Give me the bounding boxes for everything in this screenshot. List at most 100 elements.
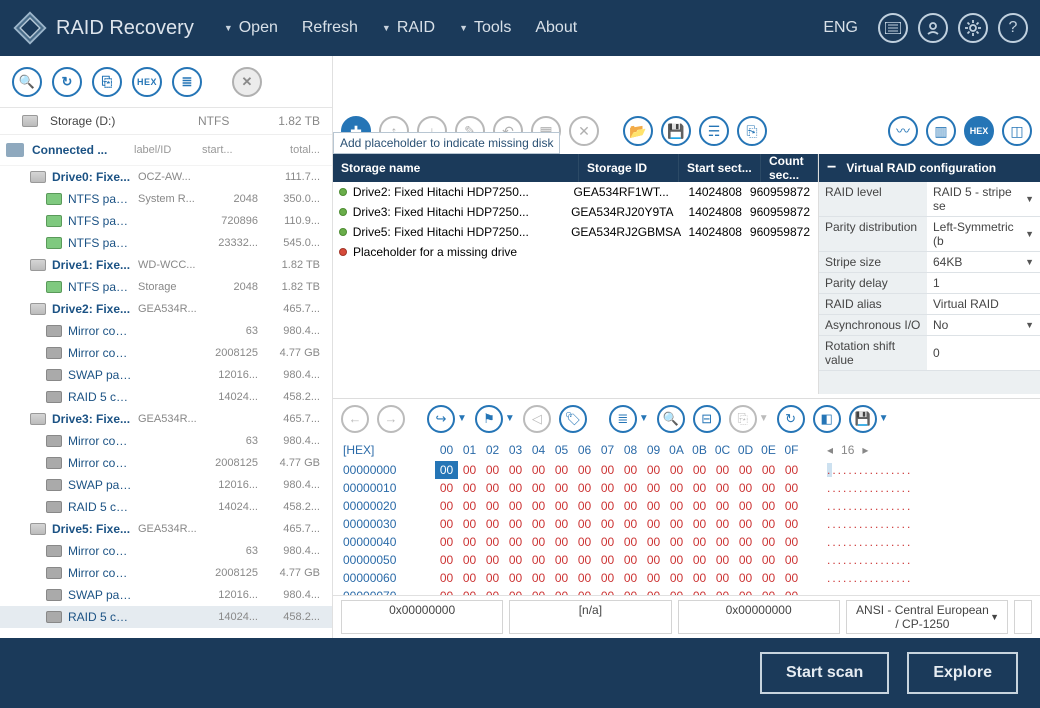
component-row[interactable]: Mirror comp...63980.4... — [0, 540, 332, 562]
status-dot — [339, 228, 347, 236]
drive-icon — [30, 413, 46, 425]
hex-prev-tag-button[interactable]: ◁ — [523, 405, 551, 433]
start-scan-button[interactable]: Start scan — [760, 652, 889, 694]
lang-selector[interactable]: ENG — [823, 19, 858, 37]
component-row[interactable]: SWAP parti...12016...980.4... — [0, 584, 332, 606]
drive-row[interactable]: Drive1: Fixe...WD-WCC...1.82 TB — [0, 254, 332, 276]
raid-drive-row[interactable]: Placeholder for a missing drive — [333, 242, 818, 262]
activity-icon[interactable]: 〰 — [888, 116, 918, 146]
panel-icon[interactable]: ◫ — [1002, 116, 1032, 146]
close-icon[interactable]: ✕ — [232, 67, 262, 97]
menu-open[interactable]: ▼Open — [224, 19, 278, 37]
component-icon — [46, 369, 62, 381]
component-row[interactable]: Mirror comp...20081254.77 GB — [0, 342, 332, 364]
list-icon[interactable]: ≣ — [172, 67, 202, 97]
hex-tag-button[interactable]: 🏷 — [559, 405, 587, 433]
hex-toggle-button[interactable]: HEX — [132, 67, 162, 97]
config-row[interactable]: Rotation shift value0 — [819, 336, 1040, 371]
drive-icon — [30, 523, 46, 535]
remove-button[interactable]: ✕ — [569, 116, 599, 146]
save-button[interactable]: 💾 — [661, 116, 691, 146]
refresh-icon[interactable]: ↻ — [52, 67, 82, 97]
hex-reload-button[interactable]: ↻ — [777, 405, 805, 433]
component-row[interactable]: Mirror comp...63980.4... — [0, 320, 332, 342]
raid-drive-row[interactable]: Drive2: Fixed Hitachi HDP7250...GEA534RF… — [333, 182, 818, 202]
hex-na: [n/a] — [509, 600, 671, 634]
keyboard-icon[interactable] — [878, 13, 908, 43]
hex-save-button[interactable]: ⊟ — [693, 405, 721, 433]
hex-search-button[interactable]: 🔍 — [657, 405, 685, 433]
menu-tools[interactable]: ▼Tools — [459, 19, 511, 37]
drive-row[interactable]: Drive2: Fixe...GEA534R...465.7... — [0, 298, 332, 320]
menu-raid[interactable]: ▼RAID — [382, 19, 435, 37]
config-row[interactable]: Asynchronous I/ONo▼ — [819, 315, 1040, 336]
component-row[interactable]: RAID 5 com...14024...458.2... — [0, 606, 332, 628]
menu-about[interactable]: About — [535, 19, 577, 37]
hex-encoding-dropdown[interactable]: ANSI - Central European / CP-1250▼ — [846, 600, 1008, 634]
menu-refresh[interactable]: Refresh — [302, 19, 358, 37]
footer: Start scan Explore — [0, 638, 1040, 708]
drive-row[interactable]: Drive0: Fixe...OCZ-AW...111.7... — [0, 166, 332, 188]
hex-bookmark-button[interactable]: ⚑ — [475, 405, 503, 433]
config-row[interactable]: Stripe size64KB▼ — [819, 252, 1040, 273]
partition-row[interactable]: NTFS partiti...Storage20481.82 TB — [0, 276, 332, 298]
app-logo: RAID Recovery — [12, 10, 194, 46]
partition-row[interactable]: NTFS partiti...720896110.9... — [0, 210, 332, 232]
tree-top-row: Storage (D:) NTFS 1.82 TB — [0, 108, 332, 135]
component-row[interactable]: SWAP parti...12016...980.4... — [0, 474, 332, 496]
hex-list-button[interactable]: ≣ — [609, 405, 637, 433]
component-icon — [46, 435, 62, 447]
hex-offset-2: 0x00000000 — [678, 600, 840, 634]
hex-back-button[interactable]: ← — [341, 405, 369, 433]
component-row[interactable]: Mirror comp...63980.4... — [0, 430, 332, 452]
chart-icon[interactable]: ▥ — [926, 116, 956, 146]
drive-icon — [30, 171, 46, 183]
hex-mode-button[interactable]: HEX — [964, 116, 994, 146]
config-row[interactable]: Parity delay1 — [819, 273, 1040, 294]
help-icon[interactable]: ? — [998, 13, 1028, 43]
config-row[interactable]: RAID levelRAID 5 - stripe se▼ — [819, 182, 1040, 217]
layers-button[interactable]: ☴ — [699, 116, 729, 146]
hex-pager[interactable]: ◂ 16 ▸ — [827, 443, 868, 457]
component-row[interactable]: RAID 5 com...14024...458.2... — [0, 496, 332, 518]
export-button[interactable]: ⎘ — [737, 116, 767, 146]
component-icon — [46, 567, 62, 579]
config-row[interactable]: Parity distributionLeft-Symmetric (b▼ — [819, 217, 1040, 252]
partition-row[interactable]: NTFS partiti...23332...545.0... — [0, 232, 332, 254]
search-icon[interactable]: 🔍 — [12, 67, 42, 97]
user-icon[interactable] — [918, 13, 948, 43]
main-menu: ▼Open Refresh ▼RAID ▼Tools About — [224, 19, 824, 37]
right-panel: ✚ ↑ ↓ ✎ ↶ ▦ ✕ 📂 💾 ☴ ⎘ 〰 ▥ HEX ◫ Add plac… — [333, 56, 1040, 638]
component-icon — [46, 325, 62, 337]
drive-row[interactable]: Drive3: Fixe...GEA534R...465.7... — [0, 408, 332, 430]
drive-row[interactable]: Drive5: Fixe...GEA534R...465.7... — [0, 518, 332, 540]
raid-drive-row[interactable]: Drive5: Fixed Hitachi HDP7250...GEA534RJ… — [333, 222, 818, 242]
hex-viewer: ← → ↪▼ ⚑▼ ◁ 🏷 ≣▼ 🔍 ⊟ ⎘▼ ↻ ◧ 💾▼ [HEX]0001… — [333, 398, 1040, 639]
main-header: RAID Recovery ▼Open Refresh ▼RAID ▼Tools… — [0, 0, 1040, 56]
raid-table-head: Add placeholder to indicate missing disk… — [333, 154, 818, 182]
tooltip: Add placeholder to indicate missing disk — [333, 132, 560, 154]
component-row[interactable]: Mirror comp...20081254.77 GB — [0, 562, 332, 584]
hex-view-button[interactable]: ◧ — [813, 405, 841, 433]
component-icon — [46, 479, 62, 491]
component-row[interactable]: SWAP parti...12016...980.4... — [0, 364, 332, 386]
partition-row[interactable]: NTFS partiti...System R...2048350.0... — [0, 188, 332, 210]
drive-tree: Drive0: Fixe...OCZ-AW...111.7...NTFS par… — [0, 166, 332, 638]
browse-icon[interactable]: ⎘ — [92, 67, 122, 97]
open-folder-button[interactable]: 📂 — [623, 116, 653, 146]
explore-button[interactable]: Explore — [907, 652, 1018, 694]
collapse-config-button[interactable]: − — [827, 159, 836, 177]
component-row[interactable]: Mirror comp...20081254.77 GB — [0, 452, 332, 474]
connected-section: Connected ... label/ID start... total... — [0, 135, 332, 166]
gear-icon[interactable] — [958, 13, 988, 43]
drive-icon — [30, 259, 46, 271]
partition-icon — [46, 193, 62, 205]
hex-goto-button[interactable]: ↪ — [427, 405, 455, 433]
hex-forward-button[interactable]: → — [377, 405, 405, 433]
hex-savefile-button[interactable]: 💾 — [849, 405, 877, 433]
component-row[interactable]: RAID 5 com...14024...458.2... — [0, 386, 332, 408]
component-icon — [46, 391, 62, 403]
raid-drive-row[interactable]: Drive3: Fixed Hitachi HDP7250...GEA534RJ… — [333, 202, 818, 222]
config-row[interactable]: RAID aliasVirtual RAID — [819, 294, 1040, 315]
hex-copy-button[interactable]: ⎘ — [729, 405, 757, 433]
